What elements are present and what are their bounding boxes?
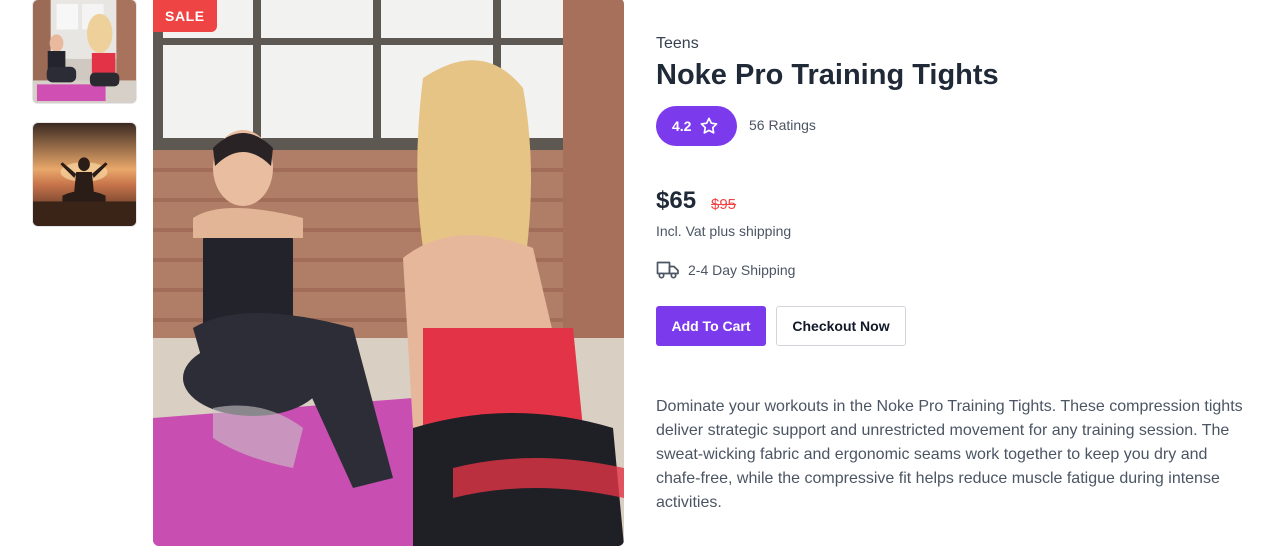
product-thumbnail-2[interactable] bbox=[32, 122, 137, 227]
original-price: $95 bbox=[711, 196, 737, 213]
checkout-now-button[interactable]: Checkout Now bbox=[776, 306, 906, 346]
product-title: Noke Pro Training Tights bbox=[656, 59, 999, 91]
truck-icon bbox=[656, 261, 679, 279]
sale-badge: SALE bbox=[153, 0, 217, 32]
vat-note: Incl. Vat plus shipping bbox=[656, 223, 792, 239]
thumbnail-image-meditation bbox=[33, 123, 136, 226]
rating-value: 4.2 bbox=[672, 118, 692, 134]
product-description: Dominate your workouts in the Noke Pro T… bbox=[656, 398, 1243, 511]
product-thumbnail-1[interactable] bbox=[32, 0, 137, 104]
thumbnail-image-workout bbox=[33, 0, 136, 103]
rating-badge[interactable]: 4.2 bbox=[656, 106, 737, 146]
workout-photo bbox=[153, 0, 624, 546]
product-category[interactable]: Teens bbox=[656, 35, 699, 53]
ratings-count[interactable]: 56 Ratings bbox=[749, 117, 816, 133]
shipping-info: 2-4 Day Shipping bbox=[688, 262, 796, 278]
add-to-cart-button[interactable]: Add To Cart bbox=[656, 306, 766, 346]
star-icon bbox=[701, 117, 718, 134]
main-product-image bbox=[153, 0, 624, 546]
current-price: $65 bbox=[656, 187, 697, 214]
